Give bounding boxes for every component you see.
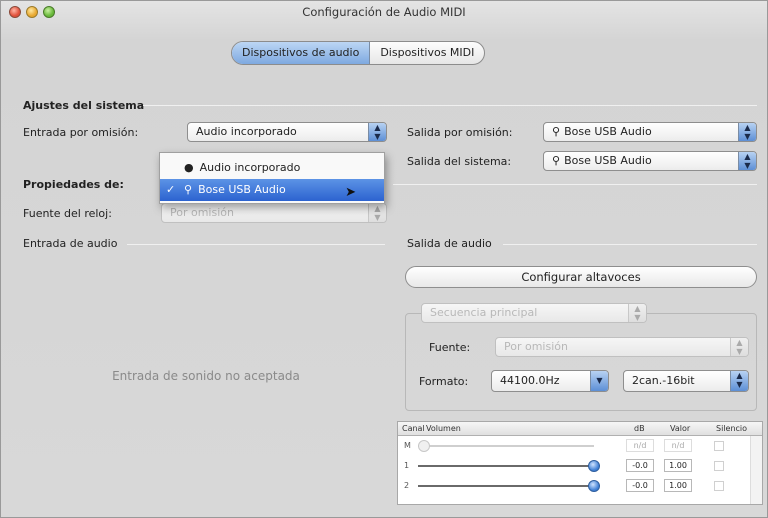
popup-arrows-icon: ▲ ▼: [628, 304, 646, 322]
clock-source-value: Por omisión: [170, 206, 234, 219]
usb-icon: ⚲: [552, 125, 561, 138]
configure-speakers-button[interactable]: Configurar altavoces: [405, 266, 757, 288]
default-output-label: Salida por omisión:: [407, 126, 513, 139]
default-input-value: Audio incorporado: [196, 125, 297, 138]
channel-format-popup[interactable]: 2can.-16bit ▲ ▼: [623, 370, 749, 392]
input-device-menu: ● Audio incorporado ✓ ⚲ Bose USB Audio ➤: [159, 152, 385, 204]
value-field[interactable]: 1.00: [664, 479, 692, 492]
source-label: Fuente:: [429, 341, 471, 354]
default-output-value: Bose USB Audio: [564, 125, 652, 138]
table-row: 1 -0.0 1.00: [398, 458, 762, 474]
system-output-popup[interactable]: ⚲ Bose USB Audio ▲ ▼: [543, 151, 757, 171]
tab-audio-devices[interactable]: Dispositivos de audio: [232, 42, 371, 64]
table-row: M n/d n/d: [398, 438, 762, 454]
title-bar[interactable]: Configuración de Audio MIDI: [1, 1, 767, 25]
table-row: 2 -0.0 1.00: [398, 478, 762, 494]
format-label: Formato:: [419, 375, 469, 388]
audio-input-rule: [127, 244, 385, 245]
mute-checkbox[interactable]: [714, 461, 724, 471]
usb-icon: ⚲: [552, 154, 561, 167]
sample-rate-combo[interactable]: 44100.0Hz ▼: [491, 370, 609, 392]
channel-volume-table: Canal Volumen dB Valor Silencio M n/d n/…: [397, 421, 763, 505]
usb-icon: ⚲: [184, 183, 193, 196]
menu-item-bose-usb-audio[interactable]: ✓ ⚲ Bose USB Audio ➤: [160, 179, 384, 201]
default-output-popup[interactable]: ⚲ Bose USB Audio ▲ ▼: [543, 122, 757, 142]
mute-checkbox[interactable]: [714, 481, 724, 491]
default-input-label: Entrada por omisión:: [23, 126, 139, 139]
db-field[interactable]: -0.0: [626, 479, 654, 492]
clock-source-popup[interactable]: Por omisión ▲ ▼: [161, 203, 387, 223]
zoom-button[interactable]: [43, 6, 55, 18]
stream-box: [405, 313, 757, 411]
volume-knob[interactable]: [588, 460, 600, 472]
system-settings-rule: [143, 105, 757, 106]
popup-arrows-icon: ▲ ▼: [730, 338, 748, 356]
db-field: n/d: [626, 439, 654, 452]
close-button[interactable]: [9, 6, 21, 18]
popup-arrows-icon: ▲ ▼: [738, 152, 756, 170]
source-value: Por omisión: [504, 340, 568, 353]
properties-rule: [393, 184, 757, 185]
volume-slider[interactable]: [418, 465, 594, 467]
volume-knob[interactable]: [418, 440, 430, 452]
tab-bar: Dispositivos de audio Dispositivos MIDI: [231, 41, 486, 65]
tab-midi-devices[interactable]: Dispositivos MIDI: [370, 42, 484, 64]
menu-item-label: Audio incorporado: [199, 161, 301, 174]
channel-name: 2: [404, 481, 410, 490]
system-output-label: Salida del sistema:: [407, 155, 512, 168]
input-not-supported-message: Entrada de sonido no aceptada: [112, 369, 300, 383]
system-settings-title: Ajustes del sistema: [23, 99, 145, 112]
column-channel: Canal: [402, 424, 425, 433]
popup-arrows-icon: ▲ ▼: [368, 204, 386, 222]
channel-name: 1: [404, 461, 410, 470]
system-output-value: Bose USB Audio: [564, 154, 652, 167]
table-scrollbar[interactable]: [750, 436, 762, 504]
source-popup[interactable]: Por omisión ▲ ▼: [495, 337, 749, 357]
value-field: n/d: [664, 439, 692, 452]
value-field[interactable]: 1.00: [664, 459, 692, 472]
menu-item-label: Bose USB Audio: [198, 183, 286, 196]
properties-title: Propiedades de:: [23, 178, 124, 191]
stream-popup[interactable]: Secuencia principal ▲ ▼: [421, 303, 647, 323]
minimize-button[interactable]: [26, 6, 38, 18]
mouse-pointer-icon: ➤: [345, 185, 356, 200]
popup-arrows-icon: ▲ ▼: [368, 123, 386, 141]
column-value: Valor: [670, 424, 691, 433]
volume-slider[interactable]: [418, 485, 594, 487]
column-volume: Volumen: [426, 424, 461, 433]
sample-rate-value: 44100.0Hz: [500, 374, 560, 387]
audio-output-title: Salida de audio: [407, 237, 492, 250]
stream-value: Secuencia principal: [430, 306, 538, 319]
menu-item-audio-incorporado[interactable]: ● Audio incorporado: [160, 157, 384, 179]
column-mute: Silencio: [716, 424, 748, 433]
mute-checkbox[interactable]: [714, 441, 724, 451]
popup-arrows-icon: ▲ ▼: [738, 123, 756, 141]
chevron-down-icon: ▼: [590, 371, 608, 391]
volume-knob[interactable]: [588, 480, 600, 492]
audio-midi-window: Configuración de Audio MIDI Dispositivos…: [0, 0, 768, 518]
column-db: dB: [634, 424, 645, 433]
default-input-popup[interactable]: Audio incorporado ▲ ▼: [187, 122, 387, 142]
checkmark-icon: ✓: [166, 183, 176, 196]
audio-input-title: Entrada de audio: [23, 237, 118, 250]
channel-name: M: [404, 441, 411, 450]
clock-source-label: Fuente del reloj:: [23, 207, 112, 220]
db-field[interactable]: -0.0: [626, 459, 654, 472]
channel-format-value: 2can.-16bit: [632, 374, 695, 387]
window-title: Configuración de Audio MIDI: [302, 5, 466, 19]
popup-arrows-icon: ▲ ▼: [730, 371, 748, 391]
volume-slider[interactable]: [418, 445, 594, 447]
table-header: Canal Volumen dB Valor Silencio: [398, 422, 762, 436]
audio-output-rule: [503, 244, 757, 245]
apple-icon: ●: [184, 161, 194, 174]
